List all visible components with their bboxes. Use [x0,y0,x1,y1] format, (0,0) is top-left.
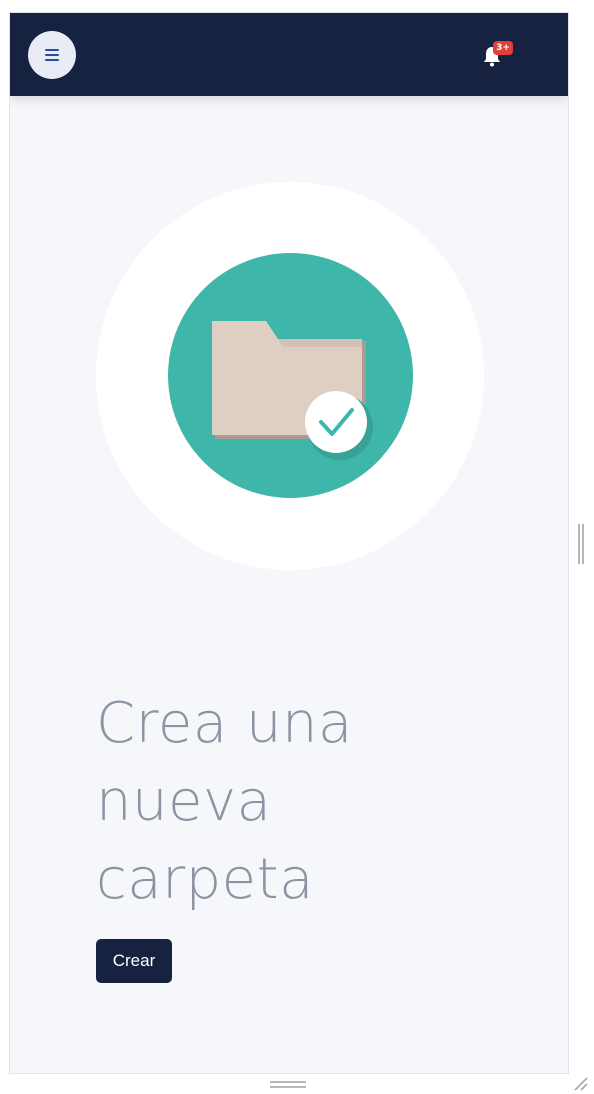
headline-line-3: carpeta [96,847,314,912]
headline-line-1: Crea una [96,691,353,756]
notification-badge: 3+ [493,41,513,55]
folder-with-check-icon [212,321,373,460]
vertical-resize-handle[interactable] [577,524,586,564]
notifications-button[interactable]: 3+ [482,41,518,69]
hero-headline: Crea una nueva carpeta [96,685,496,919]
create-folder-button[interactable]: Crear [96,939,172,983]
app-viewport: 3+ Crea una nueva carpeta Crear [9,12,569,1074]
headline-line-2: nueva [96,769,272,834]
resize-grip-icon[interactable] [572,1075,588,1091]
hamburger-menu-icon [45,49,59,61]
horizontal-resize-handle[interactable] [270,1081,306,1089]
menu-button[interactable] [28,31,76,79]
top-app-bar: 3+ [10,13,568,96]
